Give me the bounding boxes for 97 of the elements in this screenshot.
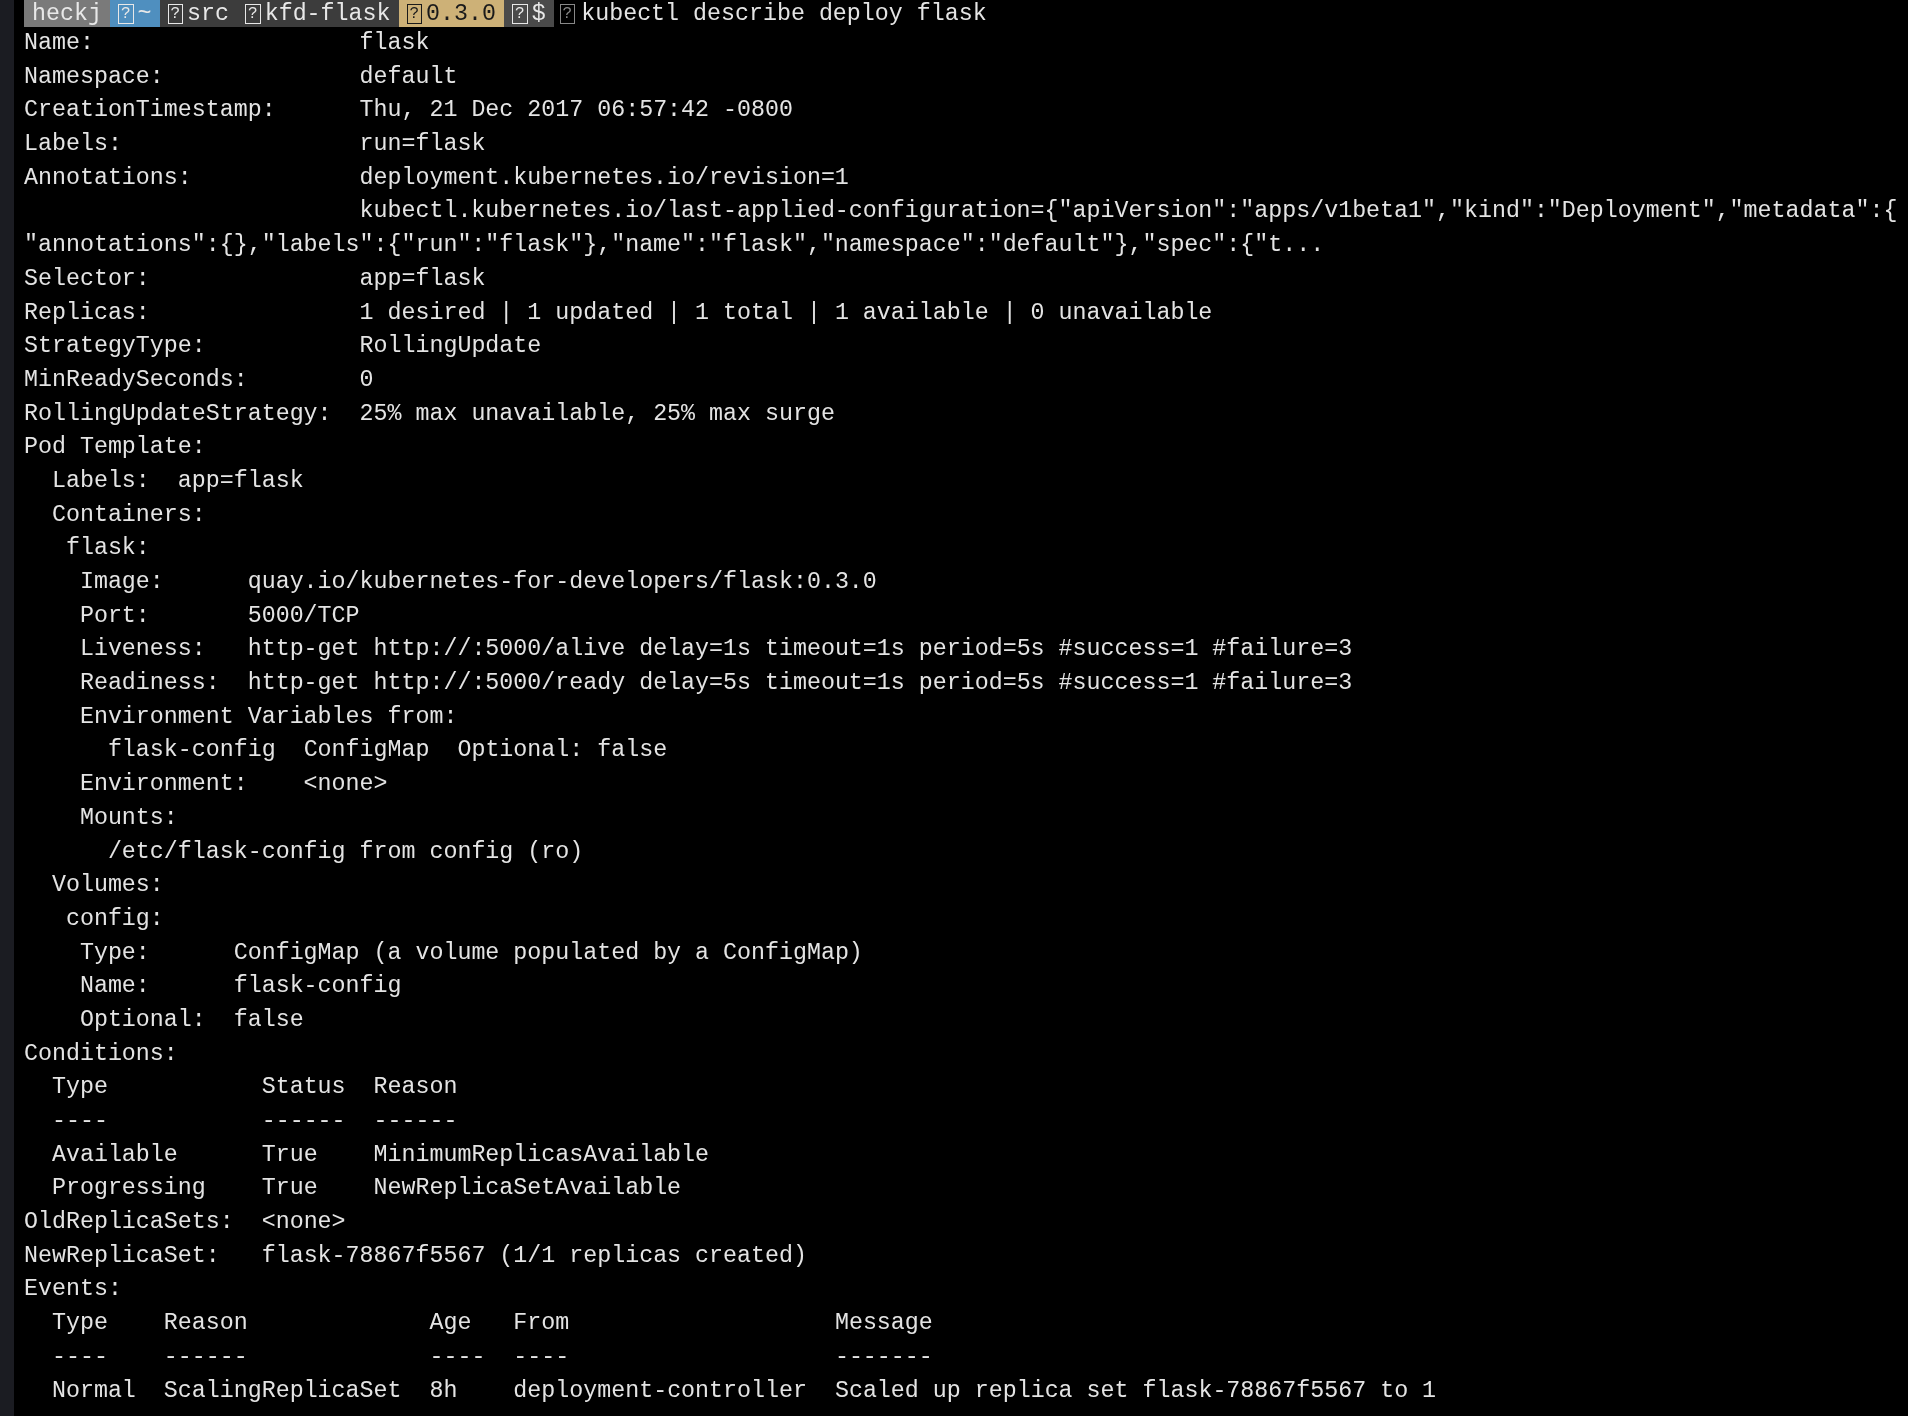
- output-text: 8h: [429, 1377, 458, 1404]
- output-text: ScalingReplicaSet: [163, 1377, 402, 1404]
- output-text: Selector:: [24, 265, 150, 292]
- glyph-box: ?: [512, 3, 528, 24]
- output-text: http-get http://:5000/ready delay=5s timeout=1s period=5s #success=1 #failure=3: [247, 670, 1353, 697]
- output-text: Events:: [24, 1276, 122, 1303]
- output-text: Replicas:: [24, 299, 150, 326]
- output-text: quay.io/kubernetes-for-developers/flask:0.3.0: [247, 569, 877, 595]
- output-text: True: [261, 1175, 318, 1202]
- output-text: Readiness:: [79, 670, 220, 697]
- output-text: OldReplicaSets:: [24, 1209, 234, 1236]
- output-text: Annotations:: [24, 164, 192, 191]
- output-text: Pod Template:: [24, 434, 206, 461]
- output-text: MinimumReplicasAvailable: [373, 1141, 710, 1168]
- output-text: Name:: [79, 973, 150, 1000]
- output-text: flask: [359, 30, 430, 56]
- output-text: Environment:: [79, 771, 248, 798]
- output-text: Age: [429, 1310, 472, 1337]
- output-text: false: [233, 1006, 304, 1033]
- output-text: Labels:: [24, 131, 122, 158]
- output-text: deployment-controller: [513, 1377, 807, 1404]
- output-text: ------: [163, 1343, 248, 1370]
- prompt-segment: heckj: [24, 0, 110, 27]
- output-text: "annotations":{},"labels":{"run":"flask"},"name":"flask","namespace":"default"},"spec":{"t...: [24, 232, 1325, 259]
- glyph-box: ?: [117, 3, 134, 24]
- output-text: True: [261, 1141, 318, 1168]
- output-text: 25% max unavailable, 25% max surge: [359, 400, 835, 427]
- output-text: /etc/flask-config from config (ro): [107, 838, 584, 865]
- prompt-segment: ? 0.3.0: [398, 0, 504, 27]
- glyph-box: ?: [245, 3, 261, 24]
- output-text: Status: [261, 1074, 346, 1101]
- output-text: Progressing: [51, 1175, 206, 1202]
- output-text: Containers:: [51, 501, 206, 528]
- output-text: ConfigMap: [303, 737, 430, 764]
- output-text: ------: [373, 1108, 458, 1134]
- output-text: RollingUpdateStrategy:: [24, 400, 332, 427]
- glyph-box: ?: [406, 3, 423, 24]
- output-text: Reason: [373, 1074, 458, 1101]
- output-text: Namespace:: [24, 63, 164, 90]
- output-text: Optional: false: [457, 737, 668, 764]
- output-text: From: [513, 1310, 570, 1337]
- glyph-box: ?: [167, 3, 184, 24]
- output-text: RollingUpdate: [359, 333, 542, 360]
- output-text: NewReplicaSetAvailable: [373, 1175, 682, 1202]
- output-text: CreationTimestamp:: [24, 97, 276, 124]
- output-text: 5000/TCP: [247, 602, 360, 629]
- output-text: run=flask: [359, 131, 486, 158]
- output-text: config:: [65, 905, 164, 932]
- command-text: kubectl describe deploy flask: [581, 0, 987, 29]
- output-text: ConfigMap (a volume populated by a ConfigMap): [233, 939, 863, 966]
- output-text: Environment Variables from:: [79, 703, 458, 730]
- output-text: -------: [834, 1343, 933, 1370]
- prompt-segment: ? src: [159, 0, 238, 27]
- output-text: <none>: [303, 771, 388, 798]
- output-text: flask:: [65, 535, 150, 562]
- output-text: flask-config: [107, 737, 276, 764]
- output-text: Normal: [51, 1377, 136, 1404]
- output-text: Type: [51, 1074, 108, 1101]
- output-text: default: [359, 63, 458, 90]
- glyph-box: ?: [559, 3, 576, 24]
- output-text: app=flask: [359, 265, 486, 292]
- output-text: ------: [261, 1108, 346, 1134]
- output-text: 1 desired | 1 updated | 1 total | 1 available | 0 unavailable: [359, 299, 1213, 326]
- output-text: 0: [359, 366, 374, 393]
- output-text: app=flask: [177, 467, 304, 494]
- output-text: Available: [51, 1141, 178, 1168]
- output-text: Type: [51, 1310, 108, 1337]
- output-text: Liveness:: [79, 636, 206, 663]
- output-text: <none>: [261, 1209, 346, 1236]
- output-text: Optional:: [79, 1006, 206, 1033]
- output-text: MinReadySeconds:: [24, 366, 248, 393]
- output-text: Mounts:: [79, 804, 178, 831]
- output-text: Reason: [163, 1310, 248, 1337]
- output-text: StrategyType:: [24, 333, 206, 360]
- output-text: flask-78867f5567 (1/1 replicas created): [261, 1242, 807, 1269]
- output-text: NewReplicaSet:: [24, 1242, 220, 1269]
- output-text: Type:: [79, 939, 150, 966]
- output-text: ----: [429, 1343, 486, 1370]
- output-text: Image:: [79, 569, 164, 595]
- output-text: ----: [51, 1108, 108, 1134]
- output-text: Message: [834, 1310, 933, 1337]
- output-text: Conditions:: [24, 1040, 178, 1067]
- output-text: Name:: [24, 30, 94, 56]
- output-text: http-get http://:5000/alive delay=1s timeout=1s period=5s #success=1 #failure=3: [247, 636, 1353, 663]
- output-text: Labels:: [51, 467, 150, 494]
- prompt-segment: ? $: [504, 0, 554, 27]
- prompt-segment: ? ~: [109, 0, 160, 27]
- output-text: kubectl.kubernetes.io/last-applied-configuration={"apiVersion":"apps/v1beta1","kind":"Deployment","metadata":{: [359, 198, 1898, 225]
- prompt-segment: ? kfd-flask: [237, 0, 399, 27]
- output-text: flask-config: [233, 973, 402, 1000]
- output-text: Port:: [79, 602, 150, 629]
- output-text: ----: [513, 1343, 570, 1370]
- output-text: Volumes:: [51, 872, 164, 899]
- output-text: Scaled up replica set flask-78867f5567 to 1: [834, 1377, 1437, 1404]
- output-text: Thu, 21 Dec 2017 06:57:42 -0800: [359, 97, 793, 124]
- output-text: deployment.kubernetes.io/revision=1: [359, 164, 849, 191]
- output-text: ----: [51, 1343, 108, 1370]
